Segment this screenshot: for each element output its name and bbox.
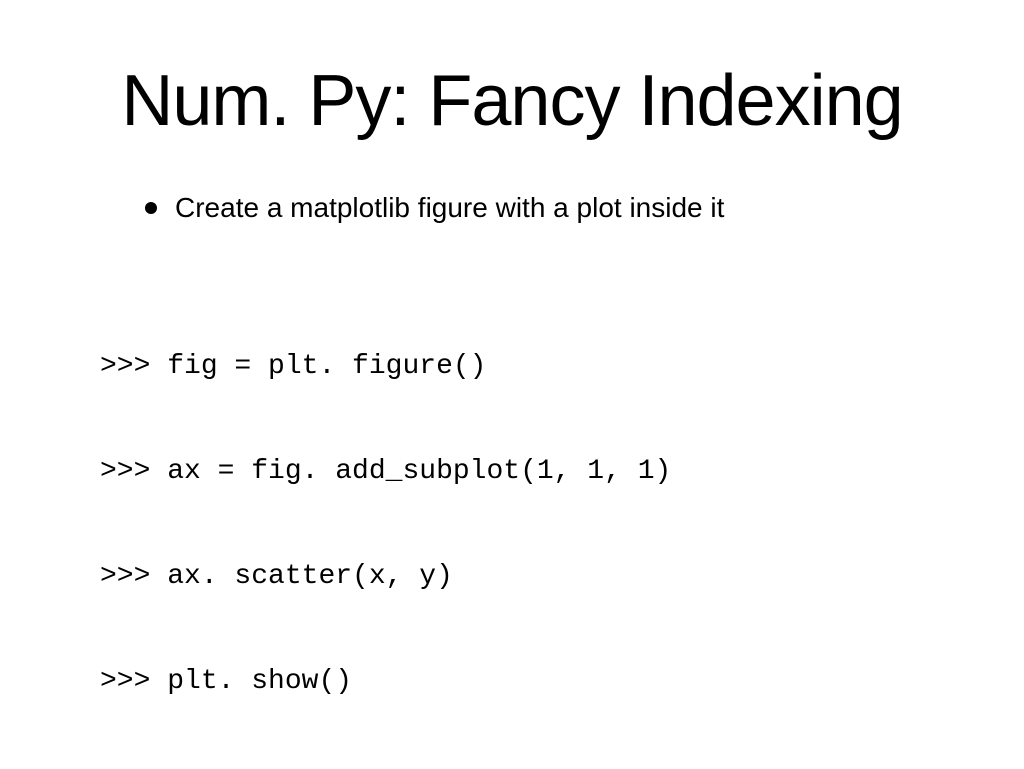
prompt: >>> (100, 456, 167, 487)
bullet-text: Create a matplotlib figure with a plot i… (175, 192, 724, 224)
bullet-icon (145, 202, 157, 214)
code-text: fig = plt. figure() (167, 351, 486, 382)
prompt: >>> (100, 561, 167, 592)
code-block: >>> fig = plt. figure() >>> ax = fig. ad… (100, 279, 974, 769)
slide-title: Num. Py: Fancy Indexing (50, 60, 974, 142)
code-line: >>> plt. show() (100, 664, 974, 699)
code-text: ax = fig. add_subplot(1, 1, 1) (167, 456, 671, 487)
code-line: >>> fig = plt. figure() (100, 349, 974, 384)
slide: Num. Py: Fancy Indexing Create a matplot… (0, 0, 1024, 768)
code-line: >>> ax. scatter(x, y) (100, 559, 974, 594)
bullet-item: Create a matplotlib figure with a plot i… (145, 192, 974, 224)
prompt: >>> (100, 666, 167, 697)
code-text: ax. scatter(x, y) (167, 561, 453, 592)
prompt: >>> (100, 351, 167, 382)
code-line: >>> ax = fig. add_subplot(1, 1, 1) (100, 454, 974, 489)
code-text: plt. show() (167, 666, 352, 697)
